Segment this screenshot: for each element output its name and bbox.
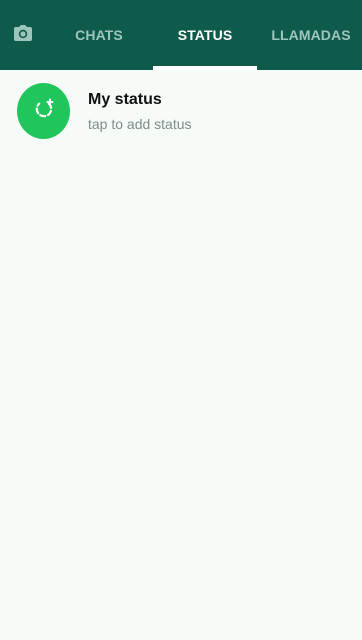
top-tab-bar: CHATS STATUS LLAMADAS	[0, 0, 362, 70]
my-status-subtitle: tap to add status	[88, 116, 192, 132]
my-status-row[interactable]: My status tap to add status	[0, 70, 362, 152]
camera-tab[interactable]	[0, 0, 45, 70]
my-status-title: My status	[88, 91, 162, 108]
tab-chats[interactable]: CHATS	[48, 0, 150, 70]
my-status-avatar[interactable]	[17, 83, 70, 139]
status-list-empty-area	[0, 152, 362, 640]
camera-icon	[13, 24, 33, 47]
add-status-icon	[32, 97, 56, 126]
tab-status-label: STATUS	[177, 27, 233, 43]
tab-llamadas-label: LLAMADAS	[271, 27, 351, 43]
tab-llamadas[interactable]: LLAMADAS	[260, 0, 362, 70]
tab-status[interactable]: STATUS	[153, 0, 257, 70]
whatsapp-status-screen: CHATS STATUS LLAMADAS My status tap to a…	[0, 0, 362, 640]
tab-chats-label: CHATS	[75, 27, 123, 43]
